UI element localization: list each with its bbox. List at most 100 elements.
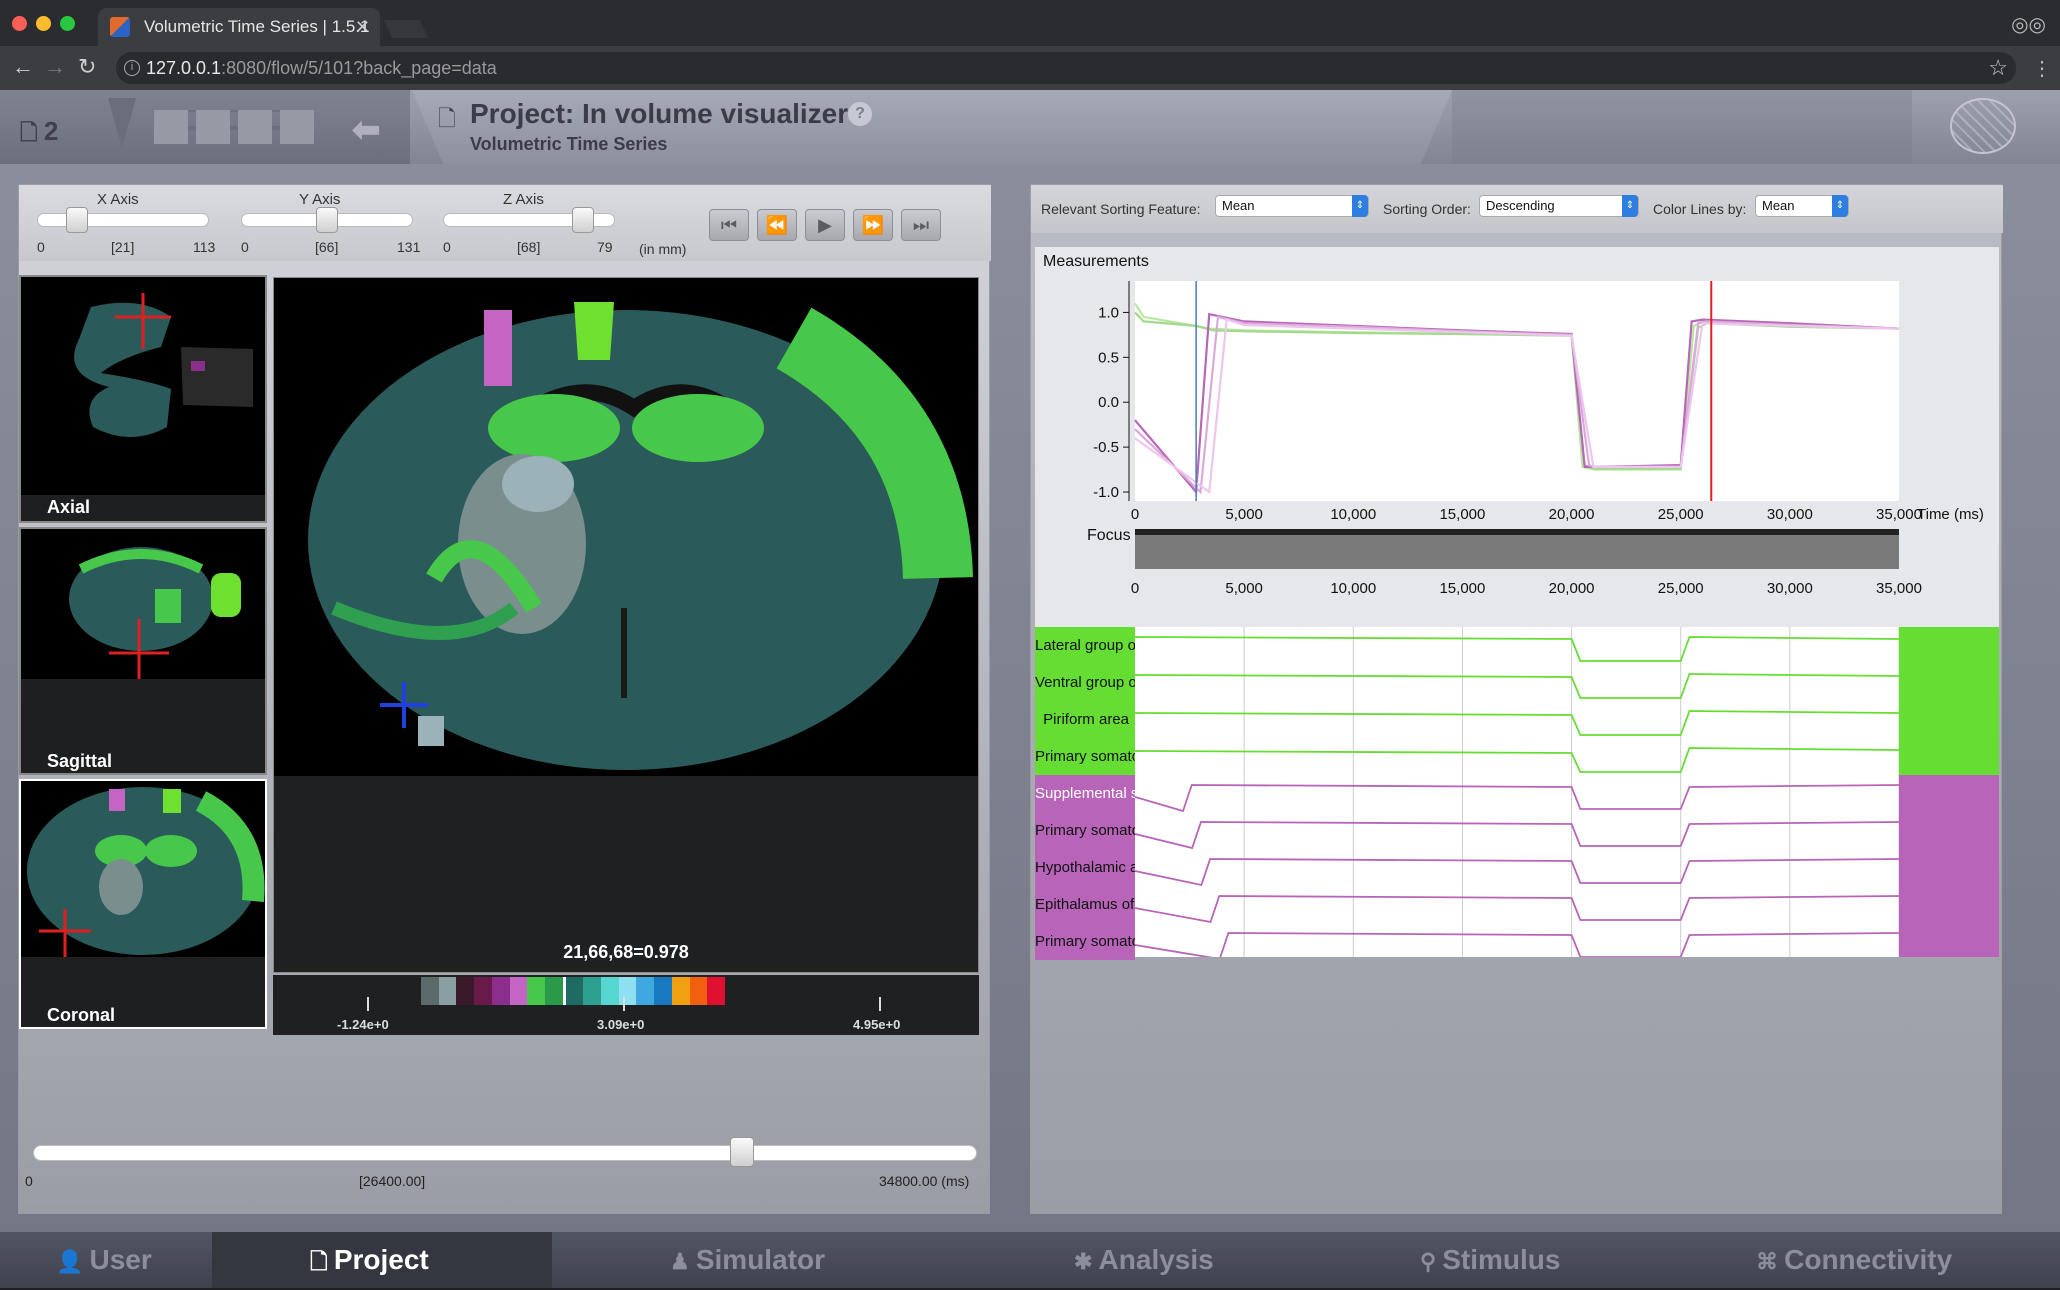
main-brain-svg [308, 302, 973, 770]
x-tick-label: 30,000 [1767, 506, 1813, 523]
x-axis-label: X Axis [97, 191, 139, 208]
fast-forward-button[interactable]: ⏩ [853, 209, 893, 241]
axial-label: Axial [47, 497, 91, 517]
y-tick-label: 0.5 [1098, 349, 1119, 366]
time-slider[interactable] [33, 1145, 977, 1161]
menu-user[interactable]: 👤 User [56, 1232, 152, 1288]
legend-swatch [421, 977, 439, 1005]
color-lines-select[interactable]: Mean ⇕ [1755, 195, 1849, 217]
dropdown-triangle-icon[interactable] [108, 98, 136, 148]
last-frame-button[interactable]: ⏭ [901, 209, 941, 241]
sagittal-view[interactable]: Sagittal [19, 527, 267, 775]
main-coronal-view[interactable]: 21,66,68=0.978 [273, 277, 979, 973]
connectivity-icon: ⌘ [1756, 1249, 1785, 1274]
x-axis-slider-thumb[interactable] [65, 207, 88, 233]
region-traces-chart[interactable] [1035, 627, 1999, 957]
new-tab-button[interactable] [383, 20, 429, 38]
x-axis-max: 113 [193, 239, 216, 255]
z-axis-slider-thumb[interactable] [572, 207, 594, 233]
y-tick-label: 1.0 [1098, 304, 1119, 321]
maximize-window-button[interactable] [60, 16, 75, 31]
play-button[interactable]: ▶ [805, 209, 845, 241]
region-label[interactable]: Primary somatosensory area, upper limb [1035, 923, 1135, 960]
menu-simulator-label: Simulator [695, 1244, 825, 1275]
region-label[interactable]: Lateral group of the dorsal thalamus [1035, 627, 1135, 664]
axial-view[interactable]: Axial [19, 275, 267, 523]
back-arrow-icon[interactable]: ← [12, 54, 34, 80]
region-label[interactable]: Epithalamus of the thalamus [1035, 886, 1135, 923]
page-title: Project: In volume visualizer [470, 98, 849, 129]
x-tick-label: 25,000 [1658, 506, 1704, 523]
main-brain-slice[interactable] [274, 278, 978, 776]
sorting-order-label: Sorting Order: [1383, 201, 1471, 217]
brain-logo-icon[interactable] [1950, 98, 2016, 154]
volume-viewer-panel: X Axis 0 [21] 113 Y Axis 0 [66] 131 Z Ax… [18, 184, 991, 1214]
help-icon[interactable]: ? [848, 102, 872, 126]
legend-max: 4.95e+0 [853, 1017, 901, 1032]
first-frame-button[interactable]: ⏮ [709, 209, 749, 241]
region-label[interactable]: Hypothalamic area [1035, 849, 1135, 886]
browser-tab[interactable]: Volumetric Time Series | 1.5.1 ✕ [98, 8, 380, 46]
x-tick-label: 0 [1131, 506, 1139, 523]
reload-icon[interactable]: ↻ [78, 54, 96, 80]
legend-min: -1.24e+0 [337, 1017, 389, 1032]
y-axis-max: 131 [397, 239, 421, 255]
sorting-order-select[interactable]: Descending ⇕ [1479, 195, 1639, 217]
focus-brush-top [1135, 529, 1899, 535]
browser-chrome: Volumetric Time Series | 1.5.1 ✕ ◎◎ ← → ↻… [0, 0, 2060, 90]
legend-swatch [544, 977, 563, 1005]
x-axis-value: [21] [111, 239, 135, 255]
project-counter[interactable]: 🗋 2 [20, 116, 58, 154]
close-window-button[interactable] [12, 16, 27, 31]
browser-menu-icon[interactable]: ⋮ [2032, 56, 2052, 81]
menu-stimulus[interactable]: ⚲ Stimulus [1420, 1232, 1560, 1288]
url-host: 127.0.0.1 [146, 58, 222, 78]
region-label[interactable]: Piriform area [1035, 701, 1135, 738]
x-axis-slider[interactable] [37, 213, 209, 227]
minimize-window-button[interactable] [36, 16, 51, 31]
legend-swatch [438, 977, 457, 1005]
menu-project[interactable]: 🗋 Project [310, 1232, 429, 1288]
legend-swatch [689, 977, 708, 1005]
legend-swatch [565, 977, 584, 1005]
region-label[interactable]: Supplemental somatosensory area [1035, 775, 1135, 812]
green-group-swatch [1899, 627, 1999, 775]
header-right-area [1452, 90, 1912, 164]
address-bar[interactable]: i 127.0.0.1:8080/flow/5/101?back_page=dat… [116, 52, 2016, 84]
measurements-box: Measurements -1.0 -0.5 0.0 0.5 1.0 0 0 5,000 5,0… [1035, 247, 1999, 627]
close-tab-icon[interactable]: ✕ [355, 8, 370, 46]
axis-unit: (in mm) [639, 241, 687, 257]
menu-analysis[interactable]: ✱ Analysis [1074, 1232, 1214, 1288]
bookmark-star-icon[interactable]: ☆ [1988, 52, 2008, 84]
focus-x-tick-label: 0 [1131, 580, 1139, 597]
select-arrows-icon: ⇕ [1352, 195, 1368, 217]
legend-swatch [636, 977, 655, 1005]
page-document-icon: 🗋 [438, 106, 456, 131]
back-nav-arrow-icon[interactable]: ⬅ [352, 110, 381, 150]
measurements-chart[interactable]: -1.0 -0.5 0.0 0.5 1.0 0 0 5,000 5,000 10,000 10,00… [1035, 277, 1999, 627]
grid-view-icon[interactable] [154, 110, 314, 144]
sorting-feature-select[interactable]: Mean ⇕ [1215, 195, 1369, 217]
y-axis-min: 0 [241, 239, 249, 255]
menu-connectivity-label: Connectivity [1784, 1244, 1953, 1275]
sagittal-brain-slice [69, 547, 241, 679]
simulator-icon: ♟ [670, 1249, 696, 1274]
browser-toolbar: ← → ↻ i 127.0.0.1:8080/flow/5/101?back_pa… [0, 46, 2060, 90]
region-traces: Lateral group of the dorsal thalamusVent… [1035, 627, 1999, 960]
menu-project-label: Project [333, 1244, 429, 1275]
forward-arrow-icon[interactable]: → [44, 54, 66, 80]
rewind-button[interactable]: ⏪ [757, 209, 797, 241]
document-icon: 🗋 [310, 1249, 334, 1274]
time-slider-thumb[interactable] [730, 1137, 755, 1167]
legend-swatch [583, 977, 602, 1005]
legend-swatch [618, 977, 637, 1005]
time-max: 34800.00 (ms) [879, 1173, 970, 1189]
z-axis-label: Z Axis [503, 191, 544, 208]
y-axis-slider-thumb[interactable] [316, 207, 338, 233]
region-label[interactable]: Primary somatosensory area, unassigned [1035, 812, 1135, 849]
region-label[interactable]: Ventral group of the dorsal thalamus [1035, 664, 1135, 701]
menu-simulator[interactable]: ♟ Simulator [670, 1232, 825, 1288]
menu-connectivity[interactable]: ⌘ Connectivity [1756, 1232, 1952, 1288]
region-label[interactable]: Primary somatosensory area, lower limb [1035, 738, 1135, 775]
coronal-view[interactable]: Coronal [19, 779, 267, 1029]
